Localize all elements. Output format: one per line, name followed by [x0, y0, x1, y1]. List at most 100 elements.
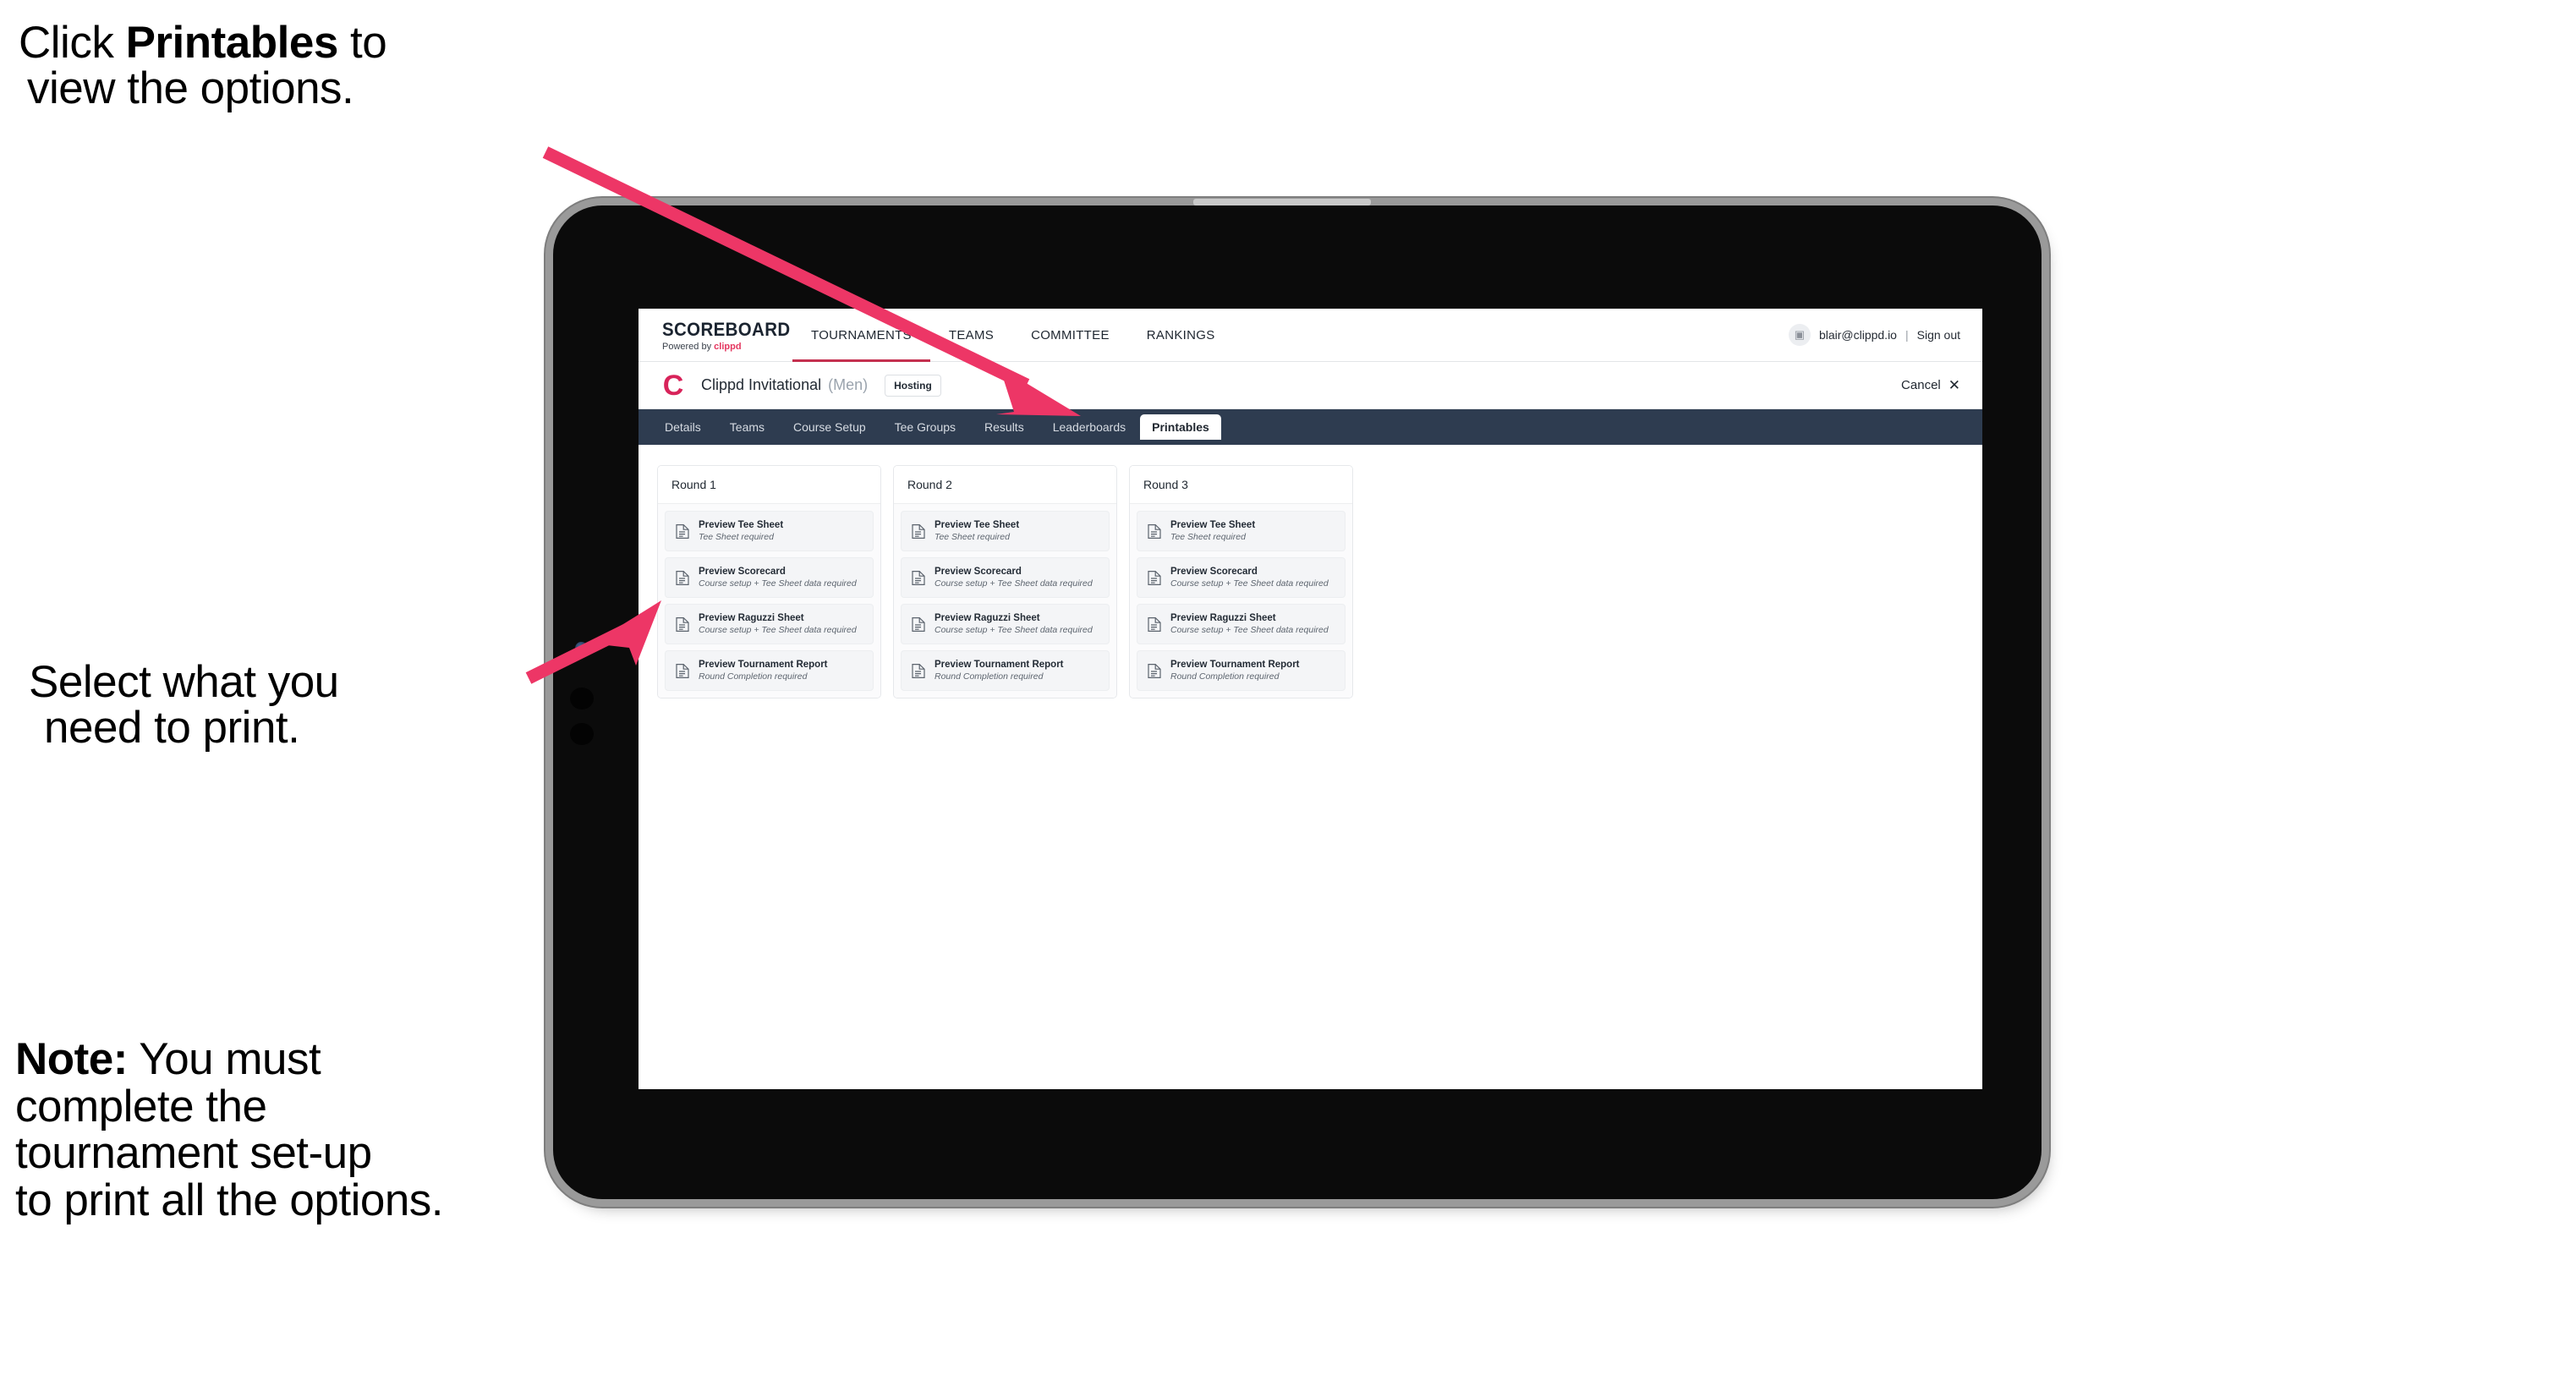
annotation-click-printables: Click Printables to view the options. — [19, 18, 387, 114]
nav-item-tournaments[interactable]: TOURNAMENTS — [792, 309, 930, 362]
document-icon — [1148, 570, 1161, 585]
round-column-2: Round 2 Preview Tee Sheet Tee Sheet requ… — [893, 465, 1117, 698]
hosting-badge: Hosting — [885, 374, 941, 397]
document-icon — [912, 616, 925, 632]
document-icon — [912, 570, 925, 585]
close-icon: ✕ — [1948, 377, 1960, 393]
annotation-2-line2: need to print. — [44, 703, 300, 753]
account-separator: | — [1905, 328, 1909, 342]
round-3-header: Round 3 — [1130, 466, 1352, 504]
tablet-top-speaker-slot — [1193, 199, 1372, 205]
round-1-item-scorecard[interactable]: Preview Scorecard Course setup + Tee She… — [665, 557, 874, 598]
round-3-item-tournament-report[interactable]: Preview Tournament Report Round Completi… — [1137, 650, 1346, 691]
tournament-gender: (Men) — [828, 376, 869, 393]
tab-tee-groups[interactable]: Tee Groups — [880, 409, 970, 445]
document-icon — [912, 663, 925, 678]
tablet-device-mockup: SCOREBOARD Powered by clippd TOURNAMENTS… — [553, 199, 2042, 1199]
item-subtitle: Tee Sheet required — [1170, 532, 1246, 542]
annotation-select-what-to-print: Select what you need to print. — [29, 659, 339, 753]
annotation-1-line1-post: to — [337, 18, 387, 68]
account-email: blair@clippd.io — [1818, 328, 1897, 342]
round-2-item-scorecard[interactable]: Preview Scorecard Course setup + Tee She… — [901, 557, 1110, 598]
nav-item-rankings[interactable]: RANKINGS — [1128, 309, 1234, 361]
tab-course-setup[interactable]: Course Setup — [779, 409, 880, 445]
item-subtitle: Tee Sheet required — [934, 532, 1010, 542]
sign-out-button[interactable]: Sign out — [1917, 328, 1960, 342]
round-2-item-1-text: Preview Tee Sheet Tee Sheet required — [934, 520, 1019, 542]
round-3-item-raguzzi-sheet[interactable]: Preview Raguzzi Sheet Course setup + Tee… — [1137, 604, 1346, 644]
item-title: Preview Raguzzi Sheet — [934, 613, 1040, 623]
item-title: Preview Tee Sheet — [934, 520, 1020, 530]
clippd-logo-icon: C — [662, 369, 684, 402]
powered-by-prefix: Powered by — [662, 341, 715, 352]
annotation-3-line2: complete the — [15, 1081, 267, 1131]
tab-teams[interactable]: Teams — [715, 409, 779, 445]
item-title: Preview Tee Sheet — [1170, 520, 1256, 530]
round-1-item-3-text: Preview Raguzzi Sheet Course setup + Tee… — [699, 613, 857, 635]
brand-powered-by: Powered by clippd — [662, 342, 784, 352]
round-2-item-tee-sheet[interactable]: Preview Tee Sheet Tee Sheet required — [901, 511, 1110, 551]
item-title: Preview Tournament Report — [934, 660, 1064, 670]
annotation-3-line1: You must — [127, 1034, 321, 1084]
tournament-header-bar: C Clippd Invitational (Men) Hosting Canc… — [639, 362, 1982, 409]
round-1-items: Preview Tee Sheet Tee Sheet required Pre… — [658, 504, 880, 698]
round-3-item-scorecard[interactable]: Preview Scorecard Course setup + Tee She… — [1137, 557, 1346, 598]
round-3-item-4-text: Preview Tournament Report Round Completi… — [1170, 660, 1300, 682]
document-icon — [1148, 663, 1161, 678]
round-1-item-raguzzi-sheet[interactable]: Preview Raguzzi Sheet Course setup + Tee… — [665, 604, 874, 644]
brand-logo: SCOREBOARD Powered by clippd — [639, 309, 790, 361]
round-2-item-tournament-report[interactable]: Preview Tournament Report Round Completi… — [901, 650, 1110, 691]
front-camera-icon — [575, 642, 588, 655]
item-subtitle: Round Completion required — [699, 671, 808, 682]
annotation-1-bold: Printables — [125, 18, 339, 68]
round-2-item-raguzzi-sheet[interactable]: Preview Raguzzi Sheet Course setup + Tee… — [901, 604, 1110, 644]
item-title: Preview Raguzzi Sheet — [699, 613, 804, 623]
tab-results[interactable]: Results — [970, 409, 1039, 445]
round-3-items: Preview Tee Sheet Tee Sheet required Pre… — [1130, 504, 1352, 698]
nav-item-teams[interactable]: TEAMS — [930, 309, 1012, 361]
round-2-item-2-text: Preview Scorecard Course setup + Tee She… — [934, 567, 1093, 589]
item-subtitle: Course setup + Tee Sheet data required — [1170, 578, 1329, 589]
nav-item-committee[interactable]: COMMITTEE — [1012, 309, 1128, 361]
bezel-button-top — [570, 688, 594, 709]
item-title: Preview Tournament Report — [699, 660, 828, 670]
cancel-button[interactable]: Cancel ✕ — [1901, 378, 1960, 392]
document-icon — [1148, 616, 1161, 632]
round-3-item-1-text: Preview Tee Sheet Tee Sheet required — [1170, 520, 1255, 542]
annotation-3-line4: to print all the options. — [15, 1175, 444, 1225]
document-icon — [676, 570, 689, 585]
round-1-header: Round 1 — [658, 466, 880, 504]
annotation-3-line3: tournament set-up — [15, 1128, 372, 1179]
round-1-item-4-text: Preview Tournament Report Round Completi… — [699, 660, 828, 682]
account-area: ▣ blair@clippd.io | Sign out — [1788, 309, 1982, 361]
item-subtitle: Course setup + Tee Sheet data required — [699, 578, 857, 589]
cancel-label: Cancel — [1901, 378, 1941, 392]
item-title: Preview Raguzzi Sheet — [1170, 613, 1276, 623]
item-title: Preview Scorecard — [699, 567, 786, 577]
tab-details[interactable]: Details — [650, 409, 715, 445]
annotation-1-line2: view the options. — [27, 63, 354, 114]
item-title: Preview Scorecard — [934, 567, 1022, 577]
item-subtitle: Round Completion required — [934, 671, 1044, 682]
tab-leaderboards[interactable]: Leaderboards — [1039, 409, 1140, 445]
powered-by-clippd: clippd — [714, 341, 742, 352]
document-icon — [676, 616, 689, 632]
round-3-item-2-text: Preview Scorecard Course setup + Tee She… — [1170, 567, 1329, 589]
round-1-item-2-text: Preview Scorecard Course setup + Tee She… — [699, 567, 857, 589]
round-column-3: Round 3 Preview Tee Sheet Tee Sheet requ… — [1129, 465, 1353, 698]
round-1-item-tournament-report[interactable]: Preview Tournament Report Round Completi… — [665, 650, 874, 691]
round-2-item-3-text: Preview Raguzzi Sheet Course setup + Tee… — [934, 613, 1093, 635]
item-title: Preview Tee Sheet — [699, 520, 784, 530]
tournament-name: Clippd Invitational — [701, 376, 822, 393]
app-screen: SCOREBOARD Powered by clippd TOURNAMENTS… — [639, 309, 1982, 1089]
round-2-item-4-text: Preview Tournament Report Round Completi… — [934, 660, 1064, 682]
document-icon — [912, 523, 925, 539]
round-1-item-tee-sheet[interactable]: Preview Tee Sheet Tee Sheet required — [665, 511, 874, 551]
round-2-items: Preview Tee Sheet Tee Sheet required Pre… — [894, 504, 1116, 698]
item-subtitle: Course setup + Tee Sheet data required — [934, 625, 1093, 635]
item-title: Preview Scorecard — [1170, 567, 1258, 577]
avatar[interactable]: ▣ — [1788, 324, 1811, 346]
item-subtitle: Course setup + Tee Sheet data required — [934, 578, 1093, 589]
round-3-item-tee-sheet[interactable]: Preview Tee Sheet Tee Sheet required — [1137, 511, 1346, 551]
tab-printables[interactable]: Printables — [1140, 414, 1221, 440]
